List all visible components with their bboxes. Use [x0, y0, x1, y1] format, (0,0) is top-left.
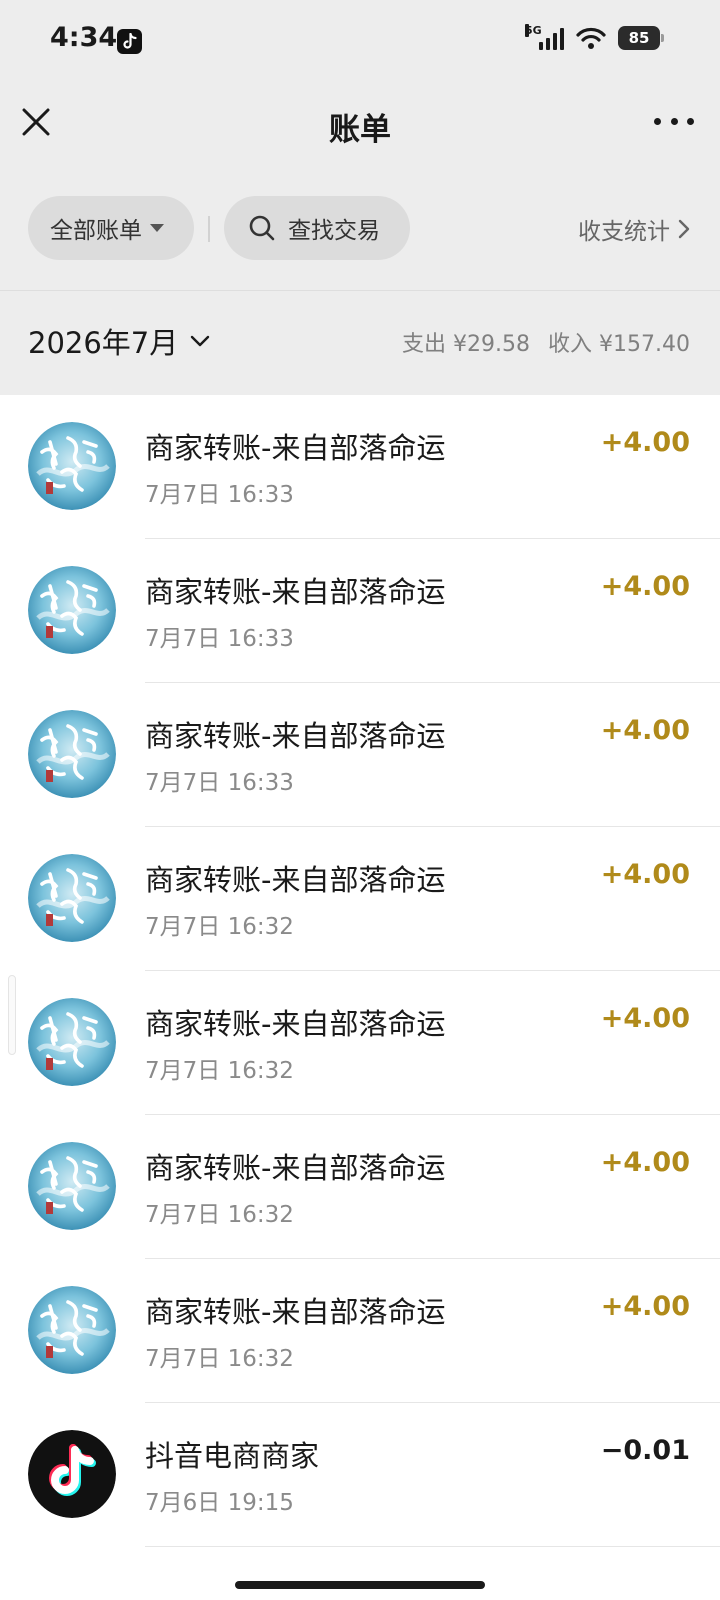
search-label: 查找交易	[288, 218, 380, 244]
transaction-time: 7月7日 16:32	[145, 1202, 294, 1228]
transaction-row[interactable]: 商家转账-来自部落命运 7月7日 16:32 +4.00	[0, 1115, 720, 1259]
transaction-amount: +4.00	[600, 715, 690, 746]
chevron-right-icon	[678, 219, 690, 239]
transaction-row[interactable]: 商家转账-来自部落命运 7月7日 16:33 +4.00	[0, 683, 720, 827]
transaction-title: 商家转账-来自部落命运	[145, 1151, 446, 1185]
transaction-title: 商家转账-来自部落命运	[145, 431, 446, 465]
transaction-time: 7月6日 19:15	[145, 1490, 294, 1516]
header-area: 4:34 5G 85 账单 全部账单 查找交易 收支统计 2026年7月 支出 …	[0, 0, 720, 395]
search-icon	[249, 215, 275, 241]
transaction-time: 7月7日 16:33	[145, 770, 294, 796]
transaction-amount: +4.00	[600, 1147, 690, 1178]
transaction-title: 商家转账-来自部落命运	[145, 1295, 446, 1329]
merchant-logo-icon	[28, 566, 116, 654]
transaction-amount: +4.00	[600, 859, 690, 890]
income-expense-stats-link[interactable]: 收支统计	[578, 212, 690, 246]
month-label: 2026年7月	[28, 326, 179, 360]
transaction-amount: +4.00	[600, 1003, 690, 1034]
scroll-indicator	[8, 975, 16, 1055]
dropdown-caret-icon	[150, 224, 164, 232]
transaction-time: 7月7日 16:32	[145, 1346, 294, 1372]
transaction-amount: −0.01	[600, 1435, 690, 1466]
merchant-logo-icon	[28, 998, 116, 1086]
search-transactions-button[interactable]: 查找交易	[224, 196, 410, 260]
header-divider	[0, 290, 720, 291]
douyin-notification-icon	[117, 29, 142, 54]
transaction-title: 抖音电商商家	[145, 1439, 320, 1473]
month-summary: 支出 ¥29.58 收入 ¥157.40	[402, 326, 690, 358]
stats-label: 收支统计	[578, 219, 670, 245]
transaction-amount: +4.00	[600, 571, 690, 602]
transaction-row[interactable]: 商家转账-来自部落命运 7月7日 16:33 +4.00	[0, 539, 720, 683]
status-time: 4:34	[50, 22, 118, 53]
all-bills-filter[interactable]: 全部账单	[28, 196, 194, 260]
transaction-time: 7月7日 16:33	[145, 626, 294, 652]
merchant-logo-icon	[28, 422, 116, 510]
transaction-title: 商家转账-来自部落命运	[145, 1007, 446, 1041]
merchant-logo-icon	[28, 854, 116, 942]
transaction-list: 商家转账-来自部落命运 7月7日 16:33 +4.00 商家转账-来自部落命运…	[0, 395, 720, 1547]
transaction-title: 商家转账-来自部落命运	[145, 719, 446, 753]
battery-indicator: 85	[618, 26, 664, 50]
transaction-amount: +4.00	[600, 427, 690, 458]
merchant-logo-icon	[28, 1286, 116, 1374]
cellular-signal-icon: 5G	[525, 24, 564, 50]
transaction-row[interactable]: 商家转账-来自部落命运 7月7日 16:32 +4.00	[0, 1259, 720, 1403]
transaction-amount: +4.00	[600, 1291, 690, 1322]
more-icon	[654, 118, 661, 125]
filter-divider	[208, 216, 210, 242]
page-title: 账单	[329, 112, 391, 148]
transaction-row[interactable]: 商家转账-来自部落命运 7月7日 16:33 +4.00	[0, 395, 720, 539]
income-total: 收入 ¥157.40	[548, 332, 690, 357]
home-indicator[interactable]	[235, 1581, 485, 1589]
transaction-time: 7月7日 16:32	[145, 914, 294, 940]
row-divider	[145, 1546, 720, 1547]
merchant-logo-icon	[28, 1142, 116, 1230]
transaction-title: 商家转账-来自部落命运	[145, 863, 446, 897]
transaction-time: 7月7日 16:33	[145, 482, 294, 508]
transaction-time: 7月7日 16:32	[145, 1058, 294, 1084]
network-type-label: 5G	[525, 24, 542, 37]
transaction-title: 商家转账-来自部落命运	[145, 575, 446, 609]
more-options-button[interactable]	[654, 118, 694, 128]
transaction-row[interactable]: 抖音电商商家 7月6日 19:15 −0.01	[0, 1403, 720, 1547]
merchant-logo-icon	[28, 710, 116, 798]
transaction-row[interactable]: 商家转账-来自部落命运 7月7日 16:32 +4.00	[0, 827, 720, 971]
transaction-row[interactable]: 商家转账-来自部落命运 7月7日 16:32 +4.00	[0, 971, 720, 1115]
month-selector[interactable]: 2026年7月	[28, 320, 210, 362]
expense-total: 支出 ¥29.58	[402, 332, 531, 357]
chevron-down-icon	[191, 335, 210, 347]
douyin-logo-icon	[28, 1430, 116, 1518]
wifi-icon	[576, 27, 606, 49]
all-bills-label: 全部账单	[50, 218, 142, 244]
status-icons: 5G 85	[525, 24, 664, 50]
